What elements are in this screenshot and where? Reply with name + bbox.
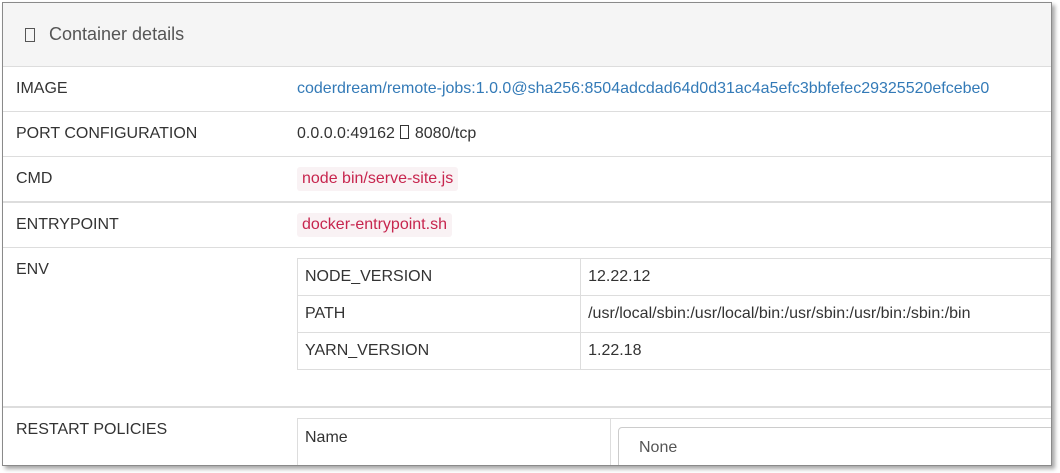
port-mapping: 0.0.0.0:49162 8080/tcp (297, 112, 476, 156)
env-label: ENV (16, 261, 49, 278)
image-link[interactable]: coderdream/remote-jobs:1.0.0@sha256:8504… (297, 80, 989, 97)
port-configuration-label: PORT CONFIGURATION (16, 125, 198, 142)
env-table: NODE_VERSION 12.22.12 PATH /usr/local/sb… (296, 258, 1051, 370)
restart-policy-select[interactable]: None (618, 427, 1051, 465)
cmd-value: node bin/serve-site.js (297, 167, 459, 191)
table-row: PATH /usr/local/sbin:/usr/local/bin:/usr… (296, 295, 1051, 333)
env-row: ENV NODE_VERSION 12.22.12 PATH /usr/loca… (3, 248, 1051, 408)
image-label: IMAGE (16, 80, 68, 97)
container-details-panel: Container details IMAGE coderdream/remot… (2, 2, 1052, 466)
server-icon (25, 27, 35, 42)
env-key: PATH (296, 295, 582, 333)
host-port: 0.0.0.0:49162 (297, 125, 395, 142)
column-divider (610, 419, 611, 465)
restart-name-label: Name (305, 429, 348, 446)
entrypoint-label: ENTRYPOINT (16, 216, 119, 233)
table-row: NODE_VERSION 12.22.12 (296, 258, 1051, 296)
cmd-row: CMD node bin/serve-site.js (3, 157, 1051, 202)
restart-policies-box: Name None (297, 418, 1051, 465)
env-value: 1.22.18 (580, 332, 1051, 370)
restart-policies-row: RESTART POLICIES Name None (3, 408, 1051, 465)
entrypoint-row: ENTRYPOINT docker-entrypoint.sh (3, 202, 1051, 248)
image-row: IMAGE coderdream/remote-jobs:1.0.0@sha25… (3, 67, 1051, 112)
cmd-label: CMD (16, 170, 53, 187)
table-row: YARN_VERSION 1.22.18 (296, 332, 1051, 370)
entrypoint-value: docker-entrypoint.sh (297, 213, 452, 237)
env-key: YARN_VERSION (296, 332, 582, 370)
port-configuration-row: PORT CONFIGURATION 0.0.0.0:49162 8080/tcp (3, 112, 1051, 157)
container-port: 8080/tcp (414, 125, 477, 142)
restart-policies-label: RESTART POLICIES (16, 421, 168, 438)
env-value: /usr/local/sbin:/usr/local/bin:/usr/sbin… (580, 295, 1051, 333)
panel-header: Container details (3, 3, 1051, 67)
arrow-right-icon (399, 125, 409, 139)
env-value: 12.22.12 (580, 258, 1051, 296)
env-key: NODE_VERSION (296, 258, 582, 296)
panel-title: Container details (49, 24, 185, 44)
